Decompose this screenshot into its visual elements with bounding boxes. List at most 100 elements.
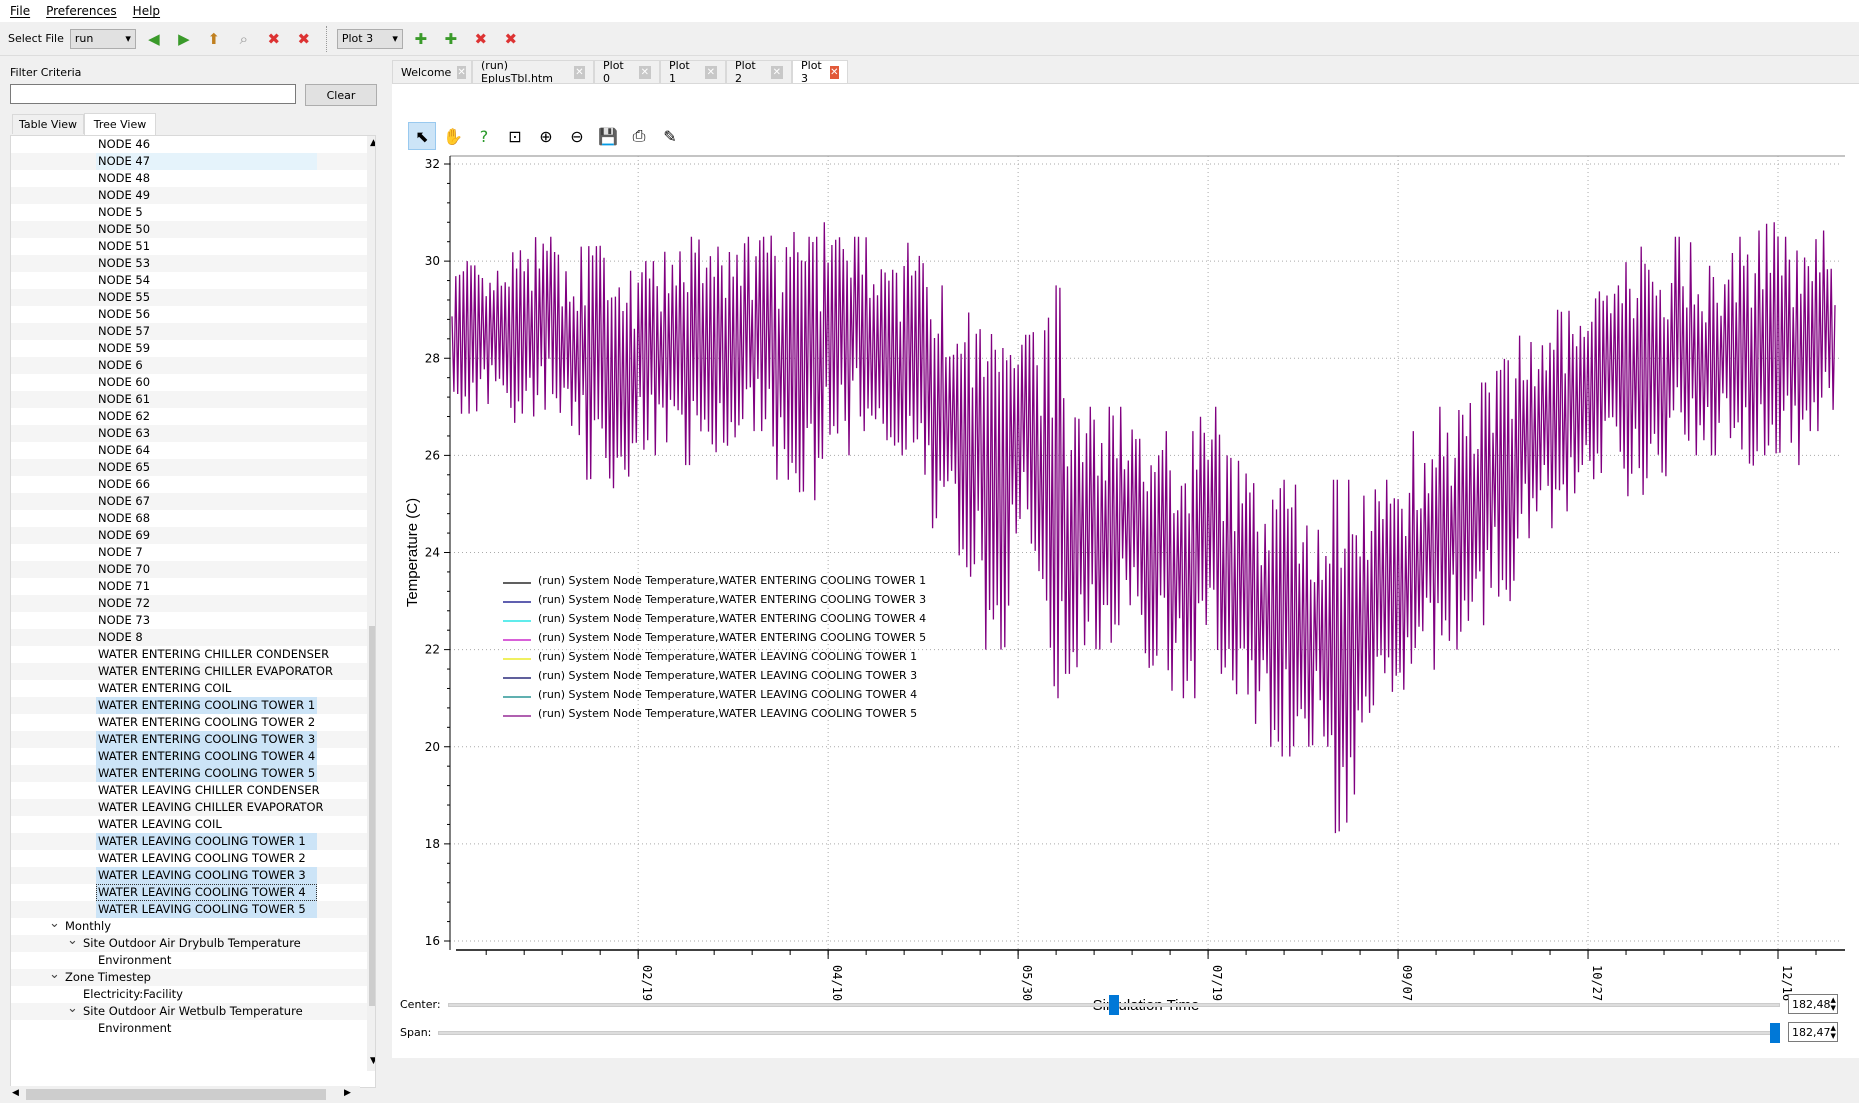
expand-arrow-icon[interactable]: ⌄ [67,932,78,949]
tree-item[interactable]: WATER LEAVING CHILLER CONDENSER [11,782,375,799]
close-tab-icon[interactable]: ✕ [573,65,585,79]
tree-item[interactable]: WATER ENTERING COOLING TOWER 5 [11,765,375,782]
tree-item[interactable]: NODE 69 [11,527,375,544]
tree-item[interactable]: NODE 8 [11,629,375,646]
close-tab-icon[interactable]: ✕ [457,65,466,79]
file-select[interactable]: run ▾ [69,28,136,49]
zoom-out-icon[interactable]: ⊖ [563,122,591,150]
tree-item[interactable]: NODE 71 [11,578,375,595]
hscroll-thumb[interactable] [26,1089,326,1100]
tab-plot-0[interactable]: Plot 0 ✕ [594,59,660,85]
tab-plot-1[interactable]: Plot 1 ✕ [660,59,726,85]
tab-tree-view[interactable]: Tree View [84,113,156,135]
tree-item[interactable]: Environment [11,952,375,969]
tree-item[interactable]: NODE 5 [11,204,375,221]
menu-file[interactable]: File [10,4,30,18]
remove-plot-icon[interactable]: ✖ [469,27,493,51]
scrollbar-thumb[interactable] [369,626,375,1006]
forward-icon[interactable]: ▶ [172,27,196,51]
tree-item[interactable]: NODE 50 [11,221,375,238]
menu-preferences[interactable]: Preferences [46,4,117,18]
tree-item[interactable]: NODE 68 [11,510,375,527]
expand-arrow-icon[interactable]: ⌄ [49,915,60,932]
tree-item[interactable]: WATER ENTERING COOLING TOWER 4 [11,748,375,765]
tree-item[interactable]: NODE 67 [11,493,375,510]
close-file-icon[interactable]: ✖ [262,27,286,51]
tree-item[interactable]: Electricity:Facility [11,986,375,1003]
tree-item[interactable]: WATER ENTERING CHILLER EVAPORATOR [11,663,375,680]
vertical-scrollbar[interactable]: ▲ ▼ [367,136,375,1071]
tree-item[interactable]: NODE 7 [11,544,375,561]
close-tab-icon[interactable]: ✕ [704,65,717,79]
expand-arrow-icon[interactable]: ⌄ [49,966,60,983]
tree-item[interactable]: WATER LEAVING COOLING TOWER 4 [11,884,375,901]
tree-item[interactable]: WATER LEAVING COOLING TOWER 2 [11,850,375,867]
tree-item[interactable]: NODE 66 [11,476,375,493]
span-spinbox[interactable]: 182,47 ▲ ▼ [1788,1022,1838,1042]
spin-arrows-icon[interactable]: ▲ ▼ [1831,1024,1838,1040]
tree-item[interactable]: WATER ENTERING COIL [11,680,375,697]
tab-run-eplustbl-htm[interactable]: (run) EplusTbl.htm ✕ [472,59,594,85]
tree-item[interactable]: WATER LEAVING COIL [11,816,375,833]
tree-item[interactable]: NODE 59 [11,340,375,357]
close-tab-icon[interactable]: ✕ [829,65,839,79]
scroll-right-icon[interactable]: ▶ [344,1088,351,1098]
center-spinbox[interactable]: 182,48 ▲ ▼ [1788,994,1838,1014]
plot-select[interactable]: Plot 3 ▾ [336,28,403,49]
tree-item[interactable]: NODE 46 [11,136,375,153]
span-slider[interactable] [438,1031,1780,1035]
spin-arrows-icon[interactable]: ▲ ▼ [1831,996,1838,1012]
tree-item[interactable]: NODE 64 [11,442,375,459]
tree-item[interactable]: NODE 63 [11,425,375,442]
tree-item[interactable]: NODE 73 [11,612,375,629]
whats-this-icon[interactable]: ? [470,122,498,150]
tree-item[interactable]: NODE 54 [11,272,375,289]
span-slider-handle[interactable] [1770,1023,1780,1043]
zoom-in-icon[interactable]: ⊕ [532,122,560,150]
tree-item[interactable]: NODE 57 [11,323,375,340]
tree-item[interactable]: NODE 65 [11,459,375,476]
tree-item[interactable]: NODE 56 [11,306,375,323]
zoom-box-icon[interactable]: ⊡ [501,122,529,150]
tree-item[interactable]: ⌄ Monthly [11,915,375,935]
remove-all-plots-icon[interactable]: ✖ [499,27,523,51]
find-icon[interactable]: ⌕ [232,27,256,51]
tree-item[interactable]: NODE 49 [11,187,375,204]
close-tab-icon[interactable]: ✕ [638,65,651,79]
line-style-icon[interactable]: ✎ [656,122,684,150]
open-file-icon[interactable]: ⬆ [202,27,226,51]
pan-icon[interactable]: ✋ [439,122,467,150]
tab-table-view[interactable]: Table View [12,114,84,134]
tree-item[interactable]: ⌄ Zone Timestep [11,966,375,986]
filter-input[interactable] [10,84,296,104]
tree-item[interactable]: NODE 61 [11,391,375,408]
tree-item[interactable]: NODE 62 [11,408,375,425]
tab-plot-2[interactable]: Plot 2 ✕ [726,59,792,85]
tree-item[interactable]: NODE 55 [11,289,375,306]
clear-button[interactable]: Clear [305,84,377,106]
select-icon[interactable]: ⬉ [408,122,436,150]
tab-welcome[interactable]: Welcome ✕ [392,60,472,84]
close-tab-icon[interactable]: ✕ [770,65,783,79]
tree-item[interactable]: NODE 48 [11,170,375,187]
tree-item[interactable]: NODE 53 [11,255,375,272]
tree-item[interactable]: WATER ENTERING COOLING TOWER 2 [11,714,375,731]
tree-item[interactable]: ⌄ Site Outdoor Air Drybulb Temperature [11,932,375,952]
close-all-files-icon[interactable]: ✖ [292,27,316,51]
tree-item[interactable]: NODE 70 [11,561,375,578]
tree-item[interactable]: ⌄ Site Outdoor Air Wetbulb Temperature [11,1000,375,1020]
tree-item[interactable]: WATER ENTERING COOLING TOWER 3 [11,731,375,748]
add-colored-plot-icon[interactable]: ✚ [439,27,463,51]
scroll-left-icon[interactable]: ◀ [12,1088,19,1098]
tree-item[interactable]: WATER ENTERING COOLING TOWER 1 [11,697,375,714]
add-plot-icon[interactable]: ✚ [409,27,433,51]
tree-item[interactable]: NODE 6 [11,357,375,374]
tree-item[interactable]: WATER ENTERING CHILLER CONDENSER [11,646,375,663]
tree-item[interactable]: NODE 51 [11,238,375,255]
tab-plot-3[interactable]: Plot 3 ✕ [792,59,848,85]
expand-arrow-icon[interactable]: ⌄ [67,1000,78,1017]
tree-item[interactable]: NODE 60 [11,374,375,391]
save-icon[interactable]: 💾 [594,122,622,150]
tree-item[interactable]: WATER LEAVING CHILLER EVAPORATOR [11,799,375,816]
tree-item[interactable]: Environment [11,1020,375,1037]
